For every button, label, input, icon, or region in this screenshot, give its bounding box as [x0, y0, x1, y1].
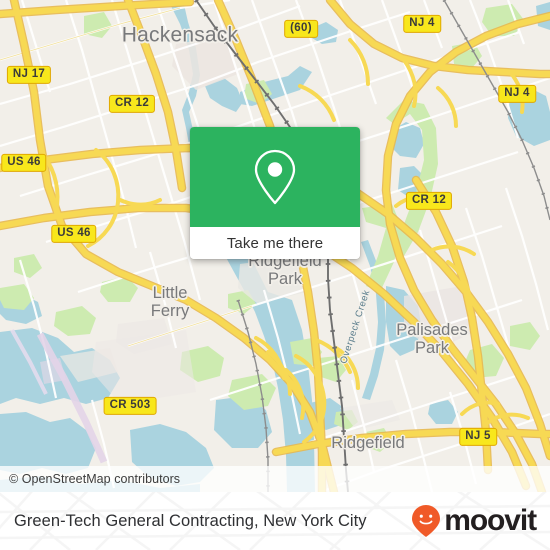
- moovit-wordmark: moovit: [444, 504, 537, 537]
- footer-bar: Green-Tech General Contracting, New York…: [0, 492, 550, 550]
- osm-attribution-text[interactable]: © OpenStreetMap contributors: [9, 472, 180, 486]
- moovit-logo[interactable]: moovit: [411, 504, 537, 538]
- take-me-there-label: Take me there: [226, 234, 324, 252]
- location-pin-icon: [254, 149, 296, 205]
- page-title: Green-Tech General Contracting, New York…: [14, 511, 367, 530]
- location-card[interactable]: Take me there: [190, 127, 360, 259]
- take-me-there-button[interactable]: Take me there: [190, 227, 360, 259]
- moovit-map-page: Hackensack Little Ferry Ridgefield Park …: [0, 0, 550, 550]
- map-attribution-bar: © OpenStreetMap contributors: [0, 466, 550, 492]
- location-card-header: [190, 127, 360, 227]
- map-canvas[interactable]: Hackensack Little Ferry Ridgefield Park …: [0, 0, 550, 492]
- moovit-pin-smiley-icon: [412, 505, 441, 537]
